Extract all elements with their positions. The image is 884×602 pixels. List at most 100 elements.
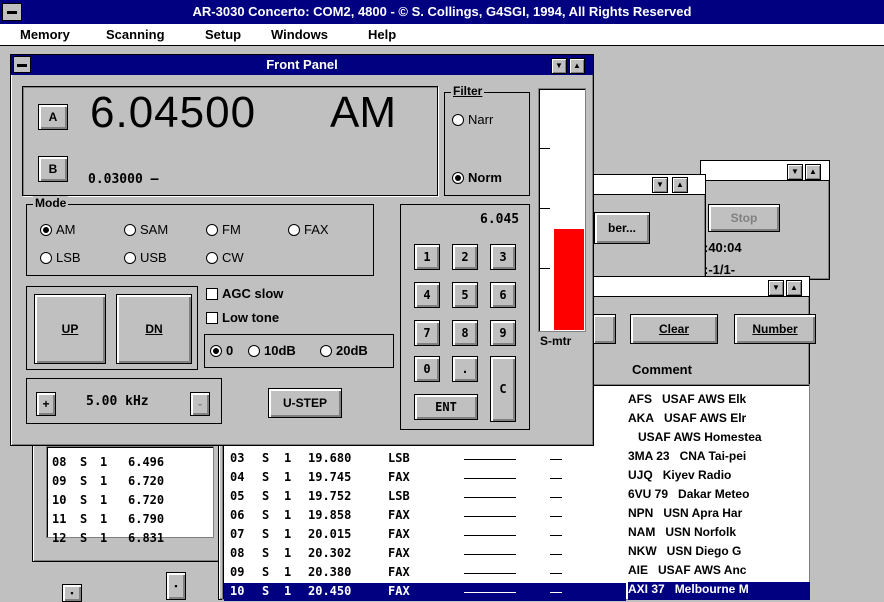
comment-row[interactable]: AFS USAF AWS Elk: [628, 392, 810, 410]
comment-row[interactable]: AIE USAF AWS Anc: [628, 563, 810, 581]
stop-button[interactable]: Stop: [708, 204, 780, 232]
key-ent[interactable]: ENT: [414, 394, 478, 420]
comment-row[interactable]: UJQ Kiyev Radio: [628, 468, 810, 486]
memory-row[interactable]: 04 S 1 19.745 FAX: [224, 469, 626, 487]
memory-mode: FAX: [388, 584, 410, 598]
memory-row[interactable]: 06 S 1 19.858 FAX: [224, 507, 626, 525]
mode-lsb-dot: [40, 251, 52, 264]
atten-0-radio[interactable]: 0: [210, 343, 233, 358]
front-panel-maximize-button[interactable]: ▲: [569, 58, 585, 74]
mode-usb-radio[interactable]: USB: [124, 250, 167, 265]
scan-maximize-button[interactable]: ▲: [805, 164, 821, 180]
key-9[interactable]: 9: [490, 320, 516, 346]
atten-10db-radio[interactable]: 10dB: [248, 343, 296, 358]
comment-row[interactable]: AKA USAF AWS Elr: [628, 411, 810, 429]
memory-s: S: [262, 565, 270, 579]
key-8[interactable]: 8: [452, 320, 478, 346]
middle-minimize-button[interactable]: ▼: [652, 177, 668, 193]
front-panel-system-menu-icon[interactable]: ▬: [13, 56, 31, 73]
left-list-ch: 11: [52, 512, 67, 526]
memory-row[interactable]: 09 S 1 20.380 FAX: [224, 564, 626, 582]
system-menu-icon[interactable]: ▬: [2, 3, 22, 21]
dn-button[interactable]: DN: [116, 294, 192, 364]
filter-narr-radio[interactable]: Narr: [452, 112, 493, 127]
mode-fax-dot: [288, 223, 300, 236]
key-2[interactable]: 2: [452, 244, 478, 270]
comment-row[interactable]: AXI 37 Melbourne M: [628, 582, 810, 600]
key-dot[interactable]: .: [452, 356, 478, 382]
atten-20db-radio[interactable]: 20dB: [320, 343, 368, 358]
key-7[interactable]: 7: [414, 320, 440, 346]
comment-code: NKW: [628, 544, 657, 558]
memory-n: 1: [284, 470, 292, 484]
left-list-row[interactable]: 10 S 1 6.720: [52, 492, 210, 510]
key-c[interactable]: C: [490, 356, 516, 422]
memory-freq: 19.752: [308, 489, 352, 503]
agc-slow-checkbox[interactable]: AGC slow: [206, 286, 283, 301]
comment-row[interactable]: 6VU 79 Dakar Meteo: [628, 487, 810, 505]
mode-am-radio[interactable]: AM: [40, 222, 76, 237]
comment-code: AFS: [628, 392, 652, 406]
key-5[interactable]: 5: [452, 282, 478, 308]
mode-am-label: AM: [56, 222, 76, 237]
list-partial-button[interactable]: [592, 314, 616, 344]
vfo-b-button[interactable]: B: [38, 156, 68, 182]
front-panel-title-bar[interactable]: ▬ Front Panel: [11, 55, 593, 75]
number-button-partial[interactable]: ber...: [594, 212, 650, 244]
comment-row[interactable]: NPN USN Apra Har: [628, 506, 810, 524]
memory-row[interactable]: 07 S 1 20.015 FAX: [224, 526, 626, 544]
front-panel-minimize-button[interactable]: ▼: [551, 58, 567, 74]
step-plus-button[interactable]: +: [36, 392, 56, 416]
memory-mode: LSB: [388, 489, 410, 503]
mode-cw-radio[interactable]: CW: [206, 250, 244, 265]
left-list-row[interactable]: 12 S 1 6.831: [52, 530, 210, 548]
key-3[interactable]: 3: [490, 244, 516, 270]
low-tone-checkbox[interactable]: Low tone: [206, 310, 279, 325]
middle-maximize-button[interactable]: ▲: [672, 177, 688, 193]
left-scroll-down-button[interactable]: ▪: [62, 584, 82, 602]
vfo-a-button[interactable]: A: [38, 104, 68, 130]
menu-scanning[interactable]: Scanning: [106, 27, 165, 42]
comment-row[interactable]: USAF AWS Homestea: [628, 430, 810, 448]
menu-memory[interactable]: Memory: [20, 27, 70, 42]
left-list-row[interactable]: 09 S 1 6.720: [52, 473, 210, 491]
key-6[interactable]: 6: [490, 282, 516, 308]
mode-fax-radio[interactable]: FAX: [288, 222, 329, 237]
memory-row[interactable]: 10 S 1 20.450 FAX: [224, 583, 626, 601]
scan-minimize-button[interactable]: ▼: [787, 164, 803, 180]
menu-windows[interactable]: Windows: [271, 27, 328, 42]
mode-sam-radio[interactable]: SAM: [124, 222, 168, 237]
number-button[interactable]: Number: [734, 314, 816, 344]
step-minus-button[interactable]: -: [190, 392, 210, 416]
key-1[interactable]: 1: [414, 244, 440, 270]
mode-fm-radio[interactable]: FM: [206, 222, 241, 237]
memory-row[interactable]: 08 S 1 20.302 FAX: [224, 545, 626, 563]
left-list-row[interactable]: 08 S 1 6.496: [52, 454, 210, 472]
comment-row[interactable]: 3MA 23 CNA Tai-pei: [628, 449, 810, 467]
memory-mode: FAX: [388, 508, 410, 522]
front-panel-title: Front Panel: [266, 57, 338, 72]
memory-n: 1: [284, 451, 292, 465]
key-4[interactable]: 4: [414, 282, 440, 308]
up-button[interactable]: UP: [34, 294, 106, 364]
left-scroll-up-button[interactable]: ▪: [166, 572, 186, 600]
mode-lsb-radio[interactable]: LSB: [40, 250, 81, 265]
atten-0-dot: [210, 344, 222, 357]
menu-setup[interactable]: Setup: [205, 27, 241, 42]
comment-row[interactable]: NAM USN Norfolk: [628, 525, 810, 543]
left-list-row[interactable]: 11 S 1 6.790: [52, 511, 210, 529]
list-maximize-button[interactable]: ▲: [786, 280, 802, 296]
u-step-button[interactable]: U-STEP: [268, 388, 342, 418]
memory-dash-long: [464, 497, 516, 498]
key-0[interactable]: 0: [414, 356, 440, 382]
comment-code: AXI 37: [628, 582, 665, 596]
menu-help[interactable]: Help: [368, 27, 396, 42]
app-title-bar[interactable]: ▬ AR-3030 Concerto: COM2, 4800 - © S. Co…: [0, 0, 884, 24]
memory-row[interactable]: 05 S 1 19.752 LSB: [224, 488, 626, 506]
clear-button[interactable]: Clear: [630, 314, 718, 344]
list-minimize-button[interactable]: ▼: [768, 280, 784, 296]
comment-text: USN Apra Har: [663, 506, 743, 520]
memory-row[interactable]: 03 S 1 19.680 LSB: [224, 450, 626, 468]
filter-norm-radio[interactable]: Norm: [452, 170, 502, 185]
comment-row[interactable]: NKW USN Diego G: [628, 544, 810, 562]
